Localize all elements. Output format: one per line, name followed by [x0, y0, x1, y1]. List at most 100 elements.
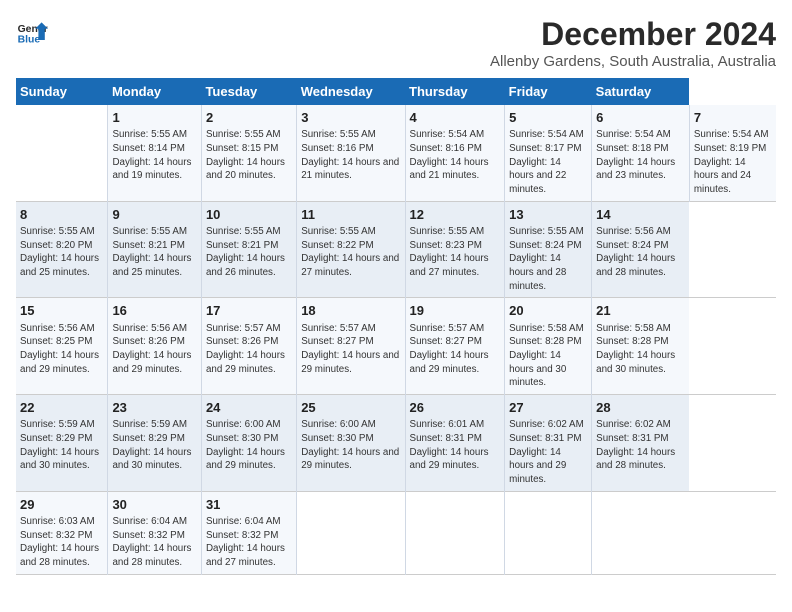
col-header-wednesday: Wednesday: [297, 78, 405, 105]
calendar-cell: 12Sunrise: 5:55 AMSunset: 8:23 PMDayligh…: [405, 201, 505, 298]
sunrise-info: Sunrise: 5:55 AM: [301, 225, 400, 239]
daylight-info: Daylight: 14 hours and 30 minutes.: [112, 446, 197, 473]
day-number: 8: [20, 206, 103, 224]
week-row-3: 15Sunrise: 5:56 AMSunset: 8:25 PMDayligh…: [16, 298, 776, 395]
day-number: 4: [410, 109, 501, 127]
calendar-cell: 2Sunrise: 5:55 AMSunset: 8:15 PMDaylight…: [201, 105, 296, 201]
sunrise-info: Sunrise: 5:59 AM: [112, 418, 197, 432]
day-number: 20: [509, 302, 587, 320]
col-header-sunday: Sunday: [16, 78, 108, 105]
calendar-cell: 15Sunrise: 5:56 AMSunset: 8:25 PMDayligh…: [16, 298, 108, 395]
day-number: 13: [509, 206, 587, 224]
svg-text:Blue: Blue: [18, 34, 41, 45]
day-number: 22: [20, 399, 103, 417]
sunset-info: Sunset: 8:32 PM: [206, 529, 292, 543]
day-number: 1: [112, 109, 197, 127]
sunrise-info: Sunrise: 5:55 AM: [206, 128, 292, 142]
day-number: 18: [301, 302, 400, 320]
sunset-info: Sunset: 8:14 PM: [112, 142, 197, 156]
sunset-info: Sunset: 8:26 PM: [206, 335, 292, 349]
daylight-info: Daylight: 14 hours and 29 minutes.: [206, 446, 292, 473]
daylight-info: Daylight: 14 hours and 21 minutes.: [301, 156, 400, 183]
calendar-cell: [405, 491, 505, 574]
calendar-table: SundayMondayTuesdayWednesdayThursdayFrid…: [16, 78, 776, 575]
col-header-saturday: Saturday: [592, 78, 690, 105]
sunrise-info: Sunrise: 5:55 AM: [410, 225, 501, 239]
calendar-cell: 6Sunrise: 5:54 AMSunset: 8:18 PMDaylight…: [592, 105, 690, 201]
sunset-info: Sunset: 8:32 PM: [20, 529, 103, 543]
col-header-tuesday: Tuesday: [201, 78, 296, 105]
sunset-info: Sunset: 8:28 PM: [596, 335, 685, 349]
day-number: 26: [410, 399, 501, 417]
col-header-thursday: Thursday: [405, 78, 505, 105]
sunrise-info: Sunrise: 5:55 AM: [20, 225, 103, 239]
day-number: 16: [112, 302, 197, 320]
daylight-info: Daylight: 14 hours and 28 minutes.: [20, 542, 103, 569]
daylight-info: Daylight: 14 hours and 30 minutes.: [596, 349, 685, 376]
day-number: 27: [509, 399, 587, 417]
week-row-4: 22Sunrise: 5:59 AMSunset: 8:29 PMDayligh…: [16, 395, 776, 492]
sunset-info: Sunset: 8:31 PM: [410, 432, 501, 446]
calendar-cell: 18Sunrise: 5:57 AMSunset: 8:27 PMDayligh…: [297, 298, 405, 395]
sunset-info: Sunset: 8:22 PM: [301, 239, 400, 253]
calendar-cell: [505, 491, 592, 574]
sunset-info: Sunset: 8:24 PM: [596, 239, 685, 253]
sunset-info: Sunset: 8:24 PM: [509, 239, 587, 253]
calendar-cell: 25Sunrise: 6:00 AMSunset: 8:30 PMDayligh…: [297, 395, 405, 492]
day-number: 24: [206, 399, 292, 417]
sunset-info: Sunset: 8:31 PM: [596, 432, 685, 446]
day-number: 31: [206, 496, 292, 514]
calendar-cell: [592, 491, 690, 574]
sunset-info: Sunset: 8:30 PM: [301, 432, 400, 446]
sunset-info: Sunset: 8:20 PM: [20, 239, 103, 253]
col-header-monday: Monday: [108, 78, 202, 105]
col-header-friday: Friday: [505, 78, 592, 105]
day-number: 5: [509, 109, 587, 127]
daylight-info: Daylight: 14 hours and 28 minutes.: [112, 542, 197, 569]
sunrise-info: Sunrise: 5:54 AM: [509, 128, 587, 142]
sunrise-info: Sunrise: 5:55 AM: [301, 128, 400, 142]
daylight-info: Daylight: 14 hours and 30 minutes.: [20, 446, 103, 473]
calendar-cell: 7Sunrise: 5:54 AMSunset: 8:19 PMDaylight…: [689, 105, 776, 201]
sunrise-info: Sunrise: 6:00 AM: [206, 418, 292, 432]
sunrise-info: Sunrise: 6:04 AM: [112, 515, 197, 529]
sunrise-info: Sunrise: 5:58 AM: [596, 322, 685, 336]
title-block: December 2024 Allenby Gardens, South Aus…: [490, 16, 776, 70]
sunset-info: Sunset: 8:16 PM: [410, 142, 501, 156]
sunrise-info: Sunrise: 5:59 AM: [20, 418, 103, 432]
daylight-info: Daylight: 14 hours and 28 minutes.: [596, 252, 685, 279]
sunset-info: Sunset: 8:17 PM: [509, 142, 587, 156]
sunrise-info: Sunrise: 5:57 AM: [410, 322, 501, 336]
daylight-info: Daylight: 14 hours and 24 minutes.: [694, 156, 772, 197]
day-number: 12: [410, 206, 501, 224]
daylight-info: Daylight: 14 hours and 26 minutes.: [206, 252, 292, 279]
sunrise-info: Sunrise: 6:00 AM: [301, 418, 400, 432]
day-number: 17: [206, 302, 292, 320]
page-header: General Blue December 2024 Allenby Garde…: [16, 16, 776, 70]
calendar-cell: 23Sunrise: 5:59 AMSunset: 8:29 PMDayligh…: [108, 395, 202, 492]
calendar-cell: 5Sunrise: 5:54 AMSunset: 8:17 PMDaylight…: [505, 105, 592, 201]
day-number: 2: [206, 109, 292, 127]
sunrise-info: Sunrise: 6:02 AM: [509, 418, 587, 432]
logo: General Blue: [16, 16, 48, 48]
sunset-info: Sunset: 8:31 PM: [509, 432, 587, 446]
sunset-info: Sunset: 8:27 PM: [410, 335, 501, 349]
sunset-info: Sunset: 8:21 PM: [206, 239, 292, 253]
daylight-info: Daylight: 14 hours and 28 minutes.: [509, 252, 587, 293]
daylight-info: Daylight: 14 hours and 21 minutes.: [410, 156, 501, 183]
calendar-cell: 26Sunrise: 6:01 AMSunset: 8:31 PMDayligh…: [405, 395, 505, 492]
sunrise-info: Sunrise: 5:57 AM: [206, 322, 292, 336]
sunset-info: Sunset: 8:29 PM: [112, 432, 197, 446]
calendar-cell: 17Sunrise: 5:57 AMSunset: 8:26 PMDayligh…: [201, 298, 296, 395]
daylight-info: Daylight: 14 hours and 29 minutes.: [301, 349, 400, 376]
calendar-cell: 30Sunrise: 6:04 AMSunset: 8:32 PMDayligh…: [108, 491, 202, 574]
sunset-info: Sunset: 8:25 PM: [20, 335, 103, 349]
empty-cell: [16, 105, 108, 201]
day-number: 30: [112, 496, 197, 514]
sunset-info: Sunset: 8:32 PM: [112, 529, 197, 543]
calendar-cell: 28Sunrise: 6:02 AMSunset: 8:31 PMDayligh…: [592, 395, 690, 492]
calendar-cell: 21Sunrise: 5:58 AMSunset: 8:28 PMDayligh…: [592, 298, 690, 395]
calendar-cell: 13Sunrise: 5:55 AMSunset: 8:24 PMDayligh…: [505, 201, 592, 298]
day-number: 11: [301, 206, 400, 224]
calendar-cell: 4Sunrise: 5:54 AMSunset: 8:16 PMDaylight…: [405, 105, 505, 201]
